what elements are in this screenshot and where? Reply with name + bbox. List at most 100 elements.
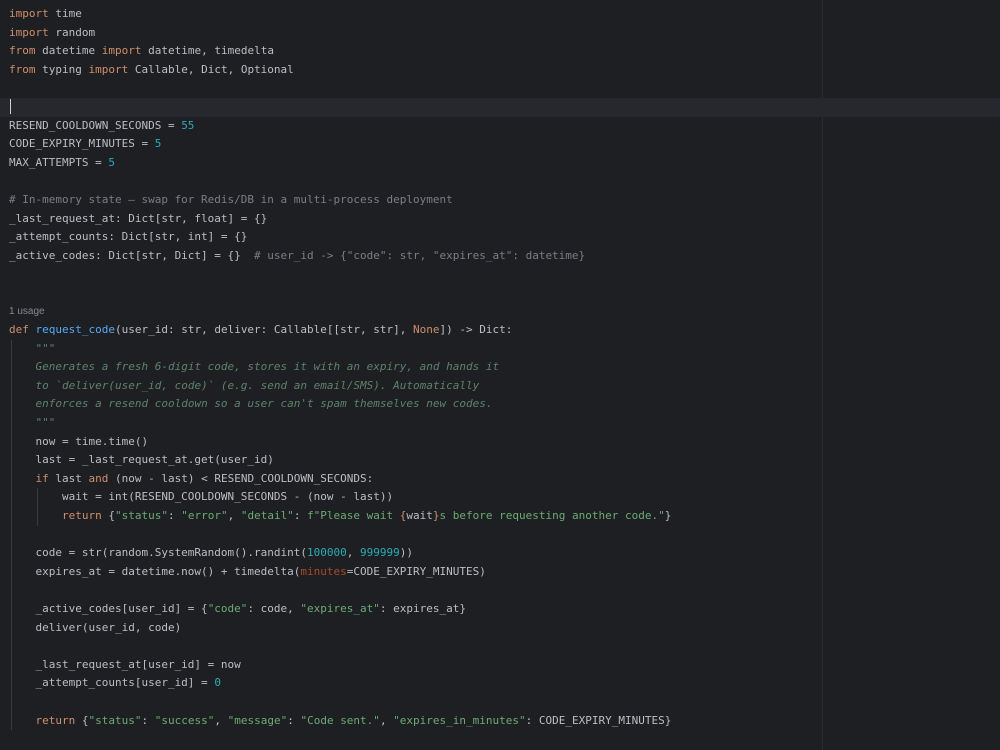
code-line[interactable]: """: [9, 414, 1000, 433]
code-token-keyword: from: [9, 62, 36, 76]
code-token-doc: """: [35, 341, 56, 355]
indent-guide: [11, 358, 12, 377]
code-token-doc: """: [35, 416, 56, 430]
code-token-plain: last: [48, 471, 89, 485]
code-line[interactable]: [9, 79, 1000, 98]
code-line[interactable]: return {"status": "error", "detail": f"P…: [9, 507, 1000, 526]
code-line[interactable]: def request_code(user_id: str, deliver: …: [9, 321, 1000, 340]
code-line[interactable]: Generates a fresh 6-digit code, stores i…: [9, 358, 1000, 377]
code-line[interactable]: import random: [9, 24, 1000, 43]
code-line[interactable]: # In-memory state — swap for Redis/DB in…: [9, 191, 1000, 210]
code-token-string: "expires_at": [300, 602, 380, 615]
code-line[interactable]: [9, 265, 1000, 284]
code-token-plain: Callable, Dict, Optional: [128, 62, 294, 76]
code-token-plain: now = time.time(): [9, 434, 149, 448]
code-token-plain: datetime: [35, 44, 102, 58]
code-token-plain: _last_request_at: Dict[str, float] = {}: [9, 211, 268, 225]
code-line[interactable]: _active_codes[user_id] = {"code": code, …: [9, 600, 1000, 619]
code-token-string: "detail": [240, 509, 294, 523]
code-line[interactable]: if last and (now - last) < RESEND_COOLDO…: [9, 469, 1000, 489]
code-line[interactable]: from datetime import datetime, timedelta: [9, 42, 1000, 61]
code-line[interactable]: now = time.time(): [9, 432, 1000, 452]
code-token-plain: :: [293, 509, 308, 523]
code-line[interactable]: [9, 581, 1000, 600]
code-token-number: 999999: [360, 546, 400, 560]
code-token-plain: {: [75, 713, 89, 727]
code-token-plain: =CODE_EXPIRY_MINUTES): [346, 564, 486, 578]
indent-guide: [11, 525, 12, 545]
code-token-plain: ,: [346, 546, 361, 560]
code-line[interactable]: expires_at = datetime.now() + timedelta(…: [9, 562, 1000, 582]
code-token-keyword: import: [101, 44, 142, 58]
text-caret: [10, 99, 11, 115]
indent-guide: [11, 376, 12, 396]
code-line[interactable]: [0, 97, 1000, 117]
code-line[interactable]: code = str(random.SystemRandom().randint…: [9, 544, 1000, 563]
code-line[interactable]: MAX_ATTEMPTS = 5: [9, 154, 1000, 173]
code-line[interactable]: _last_request_at: Dict[str, float] = {}: [9, 210, 1000, 229]
code-line[interactable]: [9, 525, 1000, 545]
code-token-plain: :: [141, 713, 155, 727]
code-token-plain: deliver(user_id, code): [9, 620, 182, 634]
code-line[interactable]: last = _last_request_at.get(user_id): [9, 451, 1000, 470]
code-line[interactable]: import time: [9, 5, 1000, 24]
code-token-keyword: and: [88, 471, 109, 485]
code-editor[interactable]: import time import random from datetime im…: [0, 0, 1000, 750]
code-token-string: f"Please wait: [307, 509, 400, 523]
indent-guide: [11, 600, 12, 619]
code-token-plain: :: [167, 509, 182, 523]
indent-guide: [11, 674, 12, 693]
code-token-keyword: import: [88, 62, 129, 76]
code-token-comment: # user_id -> {"code": str, "expires_at":…: [254, 248, 586, 262]
code-line[interactable]: [9, 692, 1000, 712]
code-line[interactable]: _attempt_counts: Dict[str, int] = {}: [9, 228, 1000, 247]
indent-guide: [11, 618, 12, 638]
code-line[interactable]: [9, 637, 1000, 656]
code-token-plain: {: [101, 509, 115, 523]
code-line[interactable]: from typing import Callable, Dict, Optio…: [9, 61, 1000, 80]
code-token-keyword: return: [61, 509, 102, 523]
indent-guide: [11, 562, 12, 582]
code-token-number: 5: [108, 155, 115, 169]
indent-guide: [11, 395, 12, 415]
indent-guide: [11, 544, 12, 563]
code-token-plain: wait = int(RESEND_COOLDOWN_SECONDS - (no…: [9, 490, 394, 504]
usage-hint[interactable]: 1 usage: [9, 303, 1000, 322]
code-line[interactable]: CODE_EXPIRY_MINUTES = 5: [9, 135, 1000, 154]
code-line[interactable]: _active_codes: Dict[str, Dict] = {} # us…: [9, 247, 1000, 266]
code-token-plain: datetime, timedelta: [141, 44, 274, 58]
code-line[interactable]: RESEND_COOLDOWN_SECONDS = 55: [9, 117, 1000, 136]
code-line[interactable]: _last_request_at[user_id] = now: [9, 655, 1000, 675]
code-token-comment: # In-memory state — swap for Redis/DB in…: [9, 192, 453, 206]
code-line[interactable]: to `deliver(user_id, code)` (e.g. send a…: [9, 376, 1000, 396]
code-token-plain: _attempt_counts: Dict[str, int] = {}: [9, 230, 248, 244]
code-token-number: 5: [154, 137, 162, 151]
code-token-keyword: from: [9, 44, 36, 58]
code-token-keyword: None: [413, 323, 440, 337]
code-line[interactable]: enforces a resend cooldown so a user can…: [9, 395, 1000, 415]
code-line[interactable]: [9, 172, 1000, 191]
code-line[interactable]: return {"status": "success", "message": …: [9, 711, 1000, 731]
code-area[interactable]: import time import random from datetime im…: [0, 5, 1000, 731]
code-line[interactable]: deliver(user_id, code): [9, 618, 1000, 638]
code-line[interactable]: _attempt_counts[user_id] = 0: [9, 674, 1000, 693]
code-line[interactable]: """: [9, 339, 1000, 359]
code-token-plain: MAX_ATTEMPTS =: [9, 155, 109, 169]
code-line[interactable]: [9, 284, 1000, 303]
code-line[interactable]: wait = int(RESEND_COOLDOWN_SECONDS - (no…: [9, 488, 1000, 508]
code-token-plain: :: [287, 713, 301, 727]
code-token-plain: : code,: [247, 602, 301, 615]
code-token-plain: _attempt_counts[user_id] =: [9, 676, 215, 690]
usage-hint-label: 1 usage: [9, 305, 45, 317]
indent-guide: [11, 469, 12, 489]
code-token-keyword: if: [35, 471, 49, 485]
code-token-plain: random: [48, 25, 96, 39]
code-token-keyword: def: [9, 323, 29, 337]
code-token-plain: wait: [406, 509, 433, 523]
